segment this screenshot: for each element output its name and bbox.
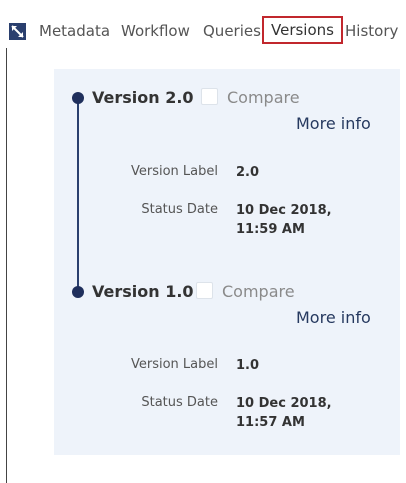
status-date-value: 10 Dec 2018, 11:59 AM <box>236 203 332 237</box>
tab-bar: Metadata Workflow Queries Versions Histo… <box>0 12 406 50</box>
left-border <box>6 48 7 483</box>
version-title: Version 1.0 <box>92 282 194 301</box>
status-date-value: 10 Dec 2018, 11:57 AM <box>236 396 332 430</box>
timeline-dot <box>72 286 84 298</box>
version-label-caption: Version Label <box>130 164 218 179</box>
tab-history[interactable]: History <box>345 22 398 40</box>
more-info-link[interactable]: More info <box>296 114 371 133</box>
tab-metadata[interactable]: Metadata <box>39 22 110 40</box>
status-date-caption: Status Date <box>141 395 218 410</box>
compare-label: Compare <box>227 88 300 107</box>
version-title: Version 2.0 <box>92 88 194 107</box>
version-label-caption: Version Label <box>130 357 218 372</box>
more-info-link[interactable]: More info <box>296 308 371 327</box>
timeline-dot <box>72 92 84 104</box>
expand-icon[interactable] <box>9 23 26 40</box>
timeline-line <box>77 98 79 291</box>
status-date-caption: Status Date <box>141 202 218 217</box>
tab-workflow[interactable]: Workflow <box>121 22 190 40</box>
tab-queries[interactable]: Queries <box>203 22 261 40</box>
compare-checkbox[interactable] <box>201 88 218 105</box>
compare-checkbox[interactable] <box>196 282 213 299</box>
version-label-value: 2.0 <box>236 165 260 180</box>
version-label-value: 1.0 <box>236 358 260 373</box>
tab-versions[interactable]: Versions <box>262 16 343 44</box>
compare-label: Compare <box>222 282 295 301</box>
